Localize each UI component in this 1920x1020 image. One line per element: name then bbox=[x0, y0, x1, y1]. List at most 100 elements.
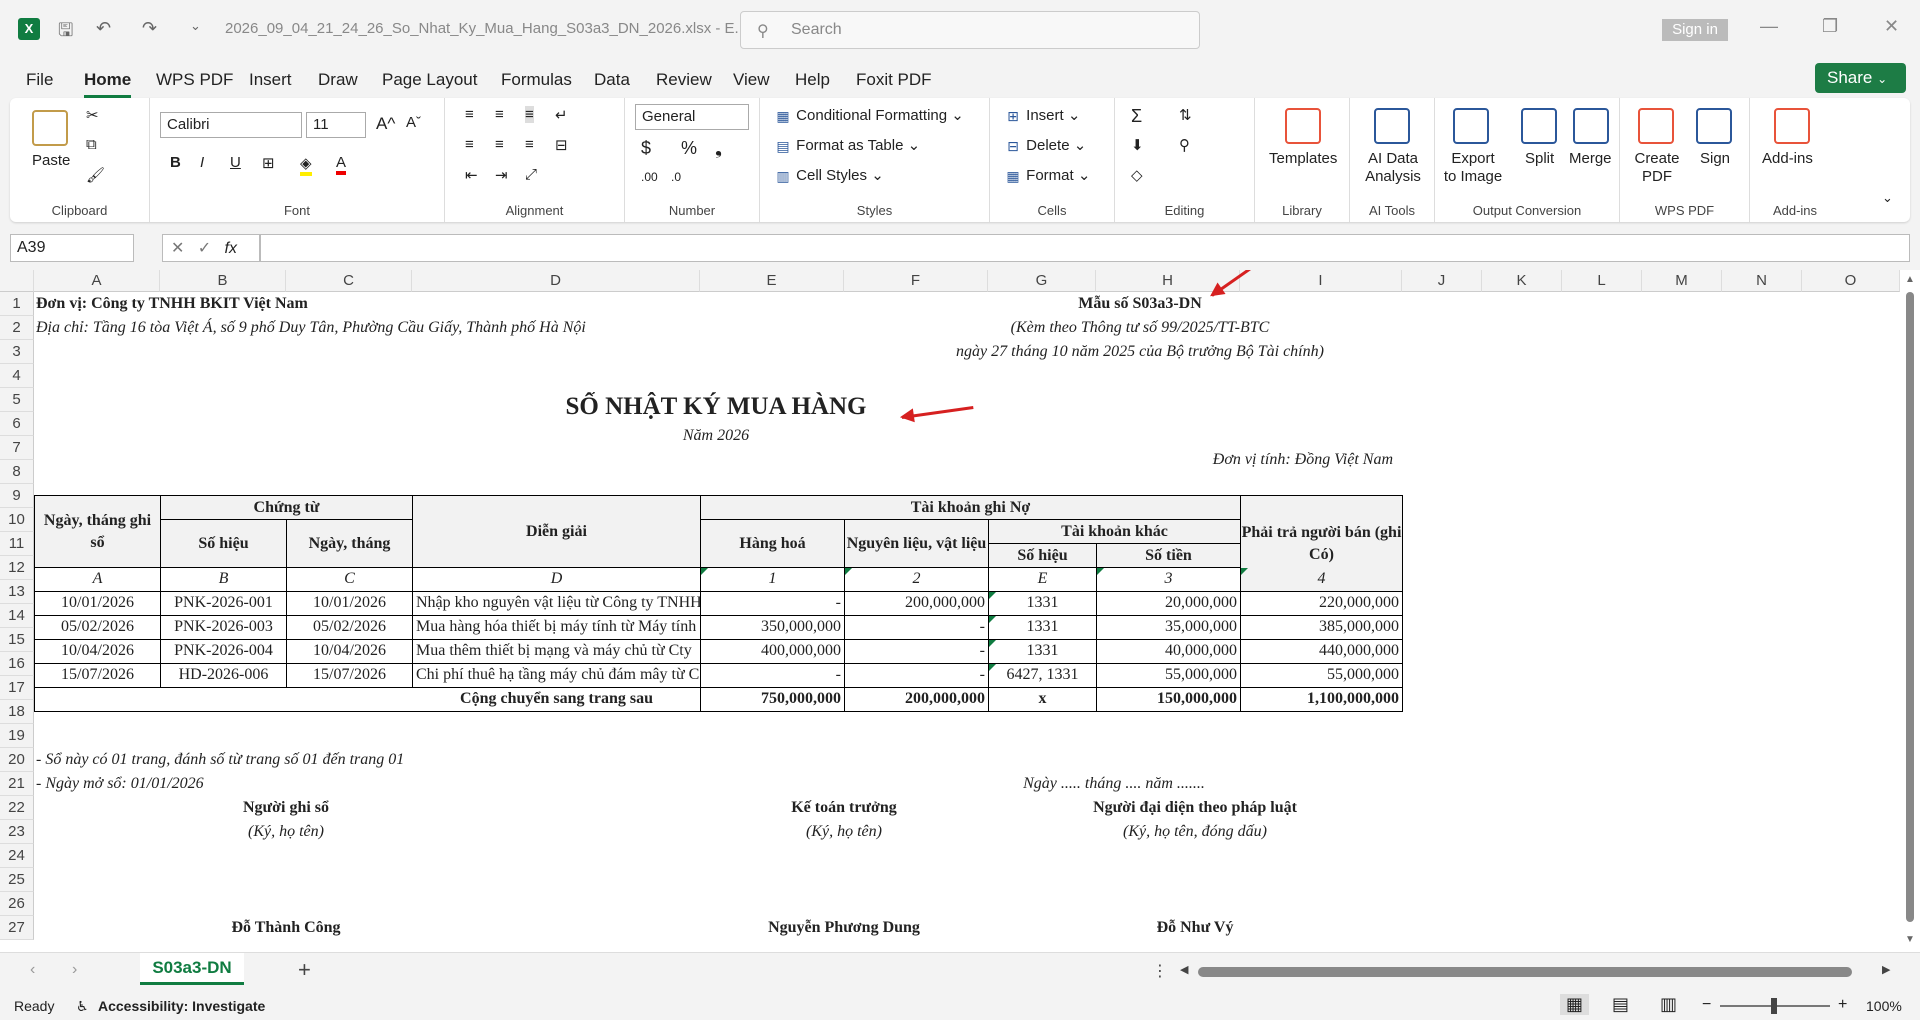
restore-icon[interactable]: ❐ bbox=[1822, 16, 1838, 37]
menu-wps-pdf[interactable]: WPS PDF bbox=[156, 70, 233, 90]
page-layout-view-icon[interactable]: ▤ bbox=[1612, 994, 1629, 1015]
row-header[interactable]: 6 bbox=[0, 412, 34, 436]
increase-indent-icon[interactable]: ⇥ bbox=[495, 166, 508, 184]
number-format-select[interactable]: General bbox=[635, 104, 749, 130]
entry-description[interactable]: Mua hàng hóa thiết bị máy tính từ Máy tí… bbox=[412, 615, 701, 640]
cell-styles-button[interactable]: ▥ Cell Styles ⌄ bbox=[774, 166, 883, 185]
menu-home[interactable]: Home bbox=[84, 70, 132, 98]
merge-center-icon[interactable]: ⊟ bbox=[555, 136, 568, 154]
conditional-formatting-button[interactable]: ▦ Conditional Formatting ⌄ bbox=[774, 106, 963, 125]
column-header[interactable]: G bbox=[988, 270, 1096, 292]
sign-icon[interactable] bbox=[1696, 108, 1732, 144]
scroll-left-icon[interactable]: ◀ bbox=[1180, 963, 1188, 976]
enter-icon[interactable]: ✓ bbox=[198, 240, 211, 257]
menu-formulas[interactable]: Formulas bbox=[501, 70, 572, 90]
autosum-icon[interactable]: Σ bbox=[1131, 106, 1142, 127]
borders-icon[interactable]: ⊞ bbox=[262, 154, 275, 172]
search-box[interactable]: ⚲ Search bbox=[740, 11, 1200, 49]
entry-material[interactable]: - bbox=[844, 663, 989, 688]
row-header[interactable]: 11 bbox=[0, 532, 34, 556]
italic-button[interactable]: I bbox=[200, 154, 204, 171]
create-pdf-icon[interactable] bbox=[1638, 108, 1674, 144]
vertical-scroll-thumb[interactable] bbox=[1906, 292, 1914, 922]
entry-goods[interactable]: - bbox=[700, 591, 845, 616]
orientation-icon[interactable]: ⤢ bbox=[525, 166, 537, 183]
error-indicator-icon[interactable] bbox=[1097, 568, 1104, 575]
accessibility-status[interactable]: Accessibility: Investigate bbox=[98, 998, 265, 1014]
menu-data[interactable]: Data bbox=[594, 70, 630, 90]
entry-account[interactable]: 1331 bbox=[988, 591, 1097, 616]
format-as-table-button[interactable]: ▤ Format as Table ⌄ bbox=[774, 136, 920, 155]
create-pdf-button[interactable]: Create PDF bbox=[1630, 150, 1684, 186]
row-header[interactable]: 4 bbox=[0, 364, 34, 388]
row-header[interactable]: 12 bbox=[0, 556, 34, 580]
font-name-select[interactable]: Calibri bbox=[160, 112, 302, 138]
font-size-select[interactable]: 11 bbox=[306, 112, 366, 138]
total-payable[interactable]: 1,100,000,000 bbox=[1240, 687, 1403, 712]
total-amount[interactable]: 150,000,000 bbox=[1096, 687, 1241, 712]
column-header[interactable]: C bbox=[286, 270, 412, 292]
menu-file[interactable]: File bbox=[26, 70, 53, 90]
insert-cells-button[interactable]: ⊞ Insert ⌄ bbox=[1004, 106, 1080, 125]
entry-voucher-date[interactable]: 15/07/2026 bbox=[286, 663, 413, 688]
split-icon[interactable] bbox=[1521, 108, 1557, 144]
column-header[interactable]: D bbox=[412, 270, 700, 292]
entry-goods[interactable]: 400,000,000 bbox=[700, 639, 845, 664]
grow-font-icon[interactable]: A^ bbox=[376, 114, 395, 134]
entry-date[interactable]: 15/07/2026 bbox=[34, 663, 161, 688]
row-header[interactable]: 8 bbox=[0, 460, 34, 484]
zoom-level[interactable]: 100% bbox=[1866, 998, 1902, 1014]
error-indicator-icon[interactable] bbox=[845, 568, 852, 575]
templates-button[interactable]: Templates bbox=[1269, 150, 1337, 167]
total-material[interactable]: 200,000,000 bbox=[844, 687, 989, 712]
row-header[interactable]: 16 bbox=[0, 652, 34, 676]
templates-icon[interactable] bbox=[1285, 108, 1321, 144]
select-all-corner[interactable] bbox=[0, 270, 34, 292]
row-header[interactable]: 25 bbox=[0, 868, 34, 892]
row-header[interactable]: 19 bbox=[0, 724, 34, 748]
entry-amount[interactable]: 20,000,000 bbox=[1096, 591, 1241, 616]
more-options-icon[interactable]: ⋮ bbox=[1152, 961, 1168, 981]
prev-sheet-icon[interactable]: ‹ bbox=[30, 961, 35, 979]
entry-amount[interactable]: 40,000,000 bbox=[1096, 639, 1241, 664]
column-header[interactable]: A bbox=[34, 270, 160, 292]
row-header[interactable]: 20 bbox=[0, 748, 34, 772]
merge-button[interactable]: Merge bbox=[1569, 150, 1612, 167]
entry-date[interactable]: 10/04/2026 bbox=[34, 639, 161, 664]
error-indicator-icon[interactable] bbox=[989, 640, 996, 647]
insert-function-icon[interactable]: fx bbox=[225, 240, 237, 257]
entry-description[interactable]: Nhập kho nguyên vật liệu từ Công ty TNHH bbox=[412, 591, 701, 616]
menu-help[interactable]: Help bbox=[795, 70, 830, 90]
column-header[interactable]: O bbox=[1802, 270, 1900, 292]
split-button[interactable]: Split bbox=[1525, 150, 1554, 167]
entry-voucher-date[interactable]: 05/02/2026 bbox=[286, 615, 413, 640]
currency-icon[interactable]: $ bbox=[641, 138, 651, 159]
format-cells-button[interactable]: ▦ Format ⌄ bbox=[1004, 166, 1090, 185]
find-select-icon[interactable]: ⚲ bbox=[1179, 136, 1190, 154]
column-header[interactable]: B bbox=[160, 270, 286, 292]
row-header[interactable]: 15 bbox=[0, 628, 34, 652]
menu-view[interactable]: View bbox=[733, 70, 770, 90]
copy-icon[interactable]: ⧉ bbox=[86, 136, 97, 153]
column-header[interactable]: J bbox=[1402, 270, 1482, 292]
align-left-icon[interactable]: ≡ bbox=[465, 136, 474, 153]
redo-icon[interactable]: ↷ bbox=[142, 18, 157, 39]
collapse-ribbon-icon[interactable]: ⌄ bbox=[1882, 190, 1893, 206]
entry-voucher-date[interactable]: 10/04/2026 bbox=[286, 639, 413, 664]
share-button[interactable]: Share ⌄ bbox=[1815, 63, 1906, 93]
row-header[interactable]: 17 bbox=[0, 676, 34, 700]
entry-voucher-no[interactable]: PNK-2026-004 bbox=[160, 639, 287, 664]
align-right-icon[interactable]: ≡ bbox=[525, 136, 534, 153]
column-header[interactable]: L bbox=[1562, 270, 1642, 292]
decrease-decimal-icon[interactable]: .0 bbox=[671, 170, 681, 184]
entry-voucher-no[interactable]: PNK-2026-001 bbox=[160, 591, 287, 616]
save-icon[interactable]: 🖫 bbox=[58, 18, 73, 48]
total-goods[interactable]: 750,000,000 bbox=[700, 687, 845, 712]
align-top-icon[interactable]: ≡ bbox=[465, 106, 474, 123]
entry-payable[interactable]: 55,000,000 bbox=[1240, 663, 1403, 688]
paste-icon[interactable] bbox=[32, 110, 68, 146]
next-sheet-icon[interactable]: › bbox=[72, 961, 77, 979]
add-sheet-icon[interactable]: + bbox=[298, 957, 311, 983]
scroll-down-icon[interactable]: ▼ bbox=[1905, 934, 1915, 945]
entry-amount[interactable]: 35,000,000 bbox=[1096, 615, 1241, 640]
